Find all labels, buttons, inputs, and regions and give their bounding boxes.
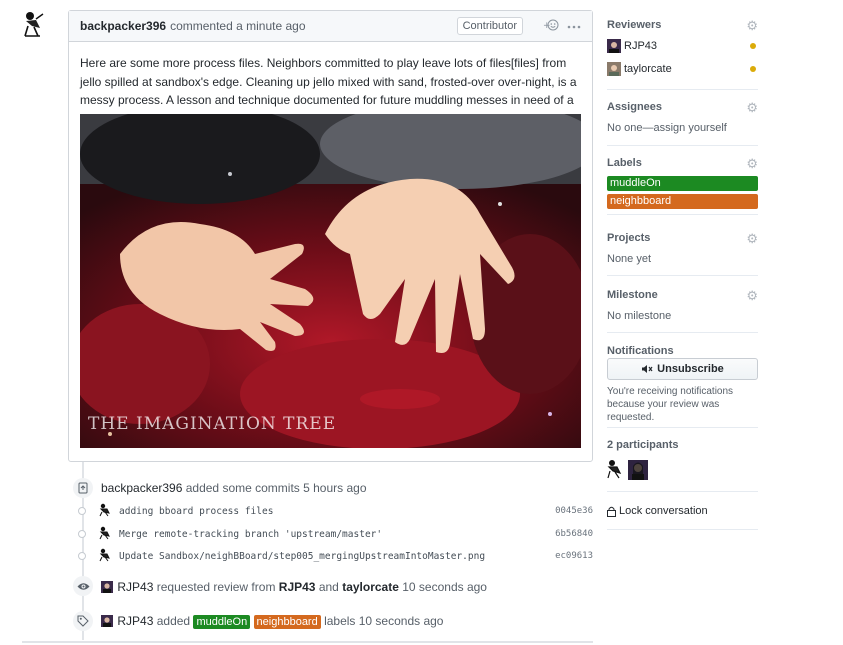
reviewer-name[interactable]: taylorcate xyxy=(624,63,672,75)
mute-icon xyxy=(642,365,653,373)
unsubscribe-button[interactable]: Unsubscribe xyxy=(607,358,758,380)
projects-title: Projects xyxy=(607,232,651,244)
svg-text:+: + xyxy=(543,21,551,31)
lock-icon xyxy=(607,506,616,517)
label-neighbboard[interactable]: neighbboard xyxy=(607,194,758,209)
commit-author-avatar[interactable] xyxy=(99,526,112,540)
gear-icon[interactable]: ⚙ xyxy=(746,18,758,34)
pending-review-icon xyxy=(750,43,756,49)
sidebar-projects: Projects ⚙ None yet xyxy=(607,231,758,276)
commits-author-link[interactable]: backpacker396 xyxy=(101,481,182,495)
repo-push-icon xyxy=(73,478,93,498)
contributor-badge: Contributor xyxy=(456,17,523,35)
milestone-value: No milestone xyxy=(607,310,672,322)
comment-box: backpacker396 commented a minute ago Con… xyxy=(68,10,593,462)
unsubscribe-label: Unsubscribe xyxy=(657,363,724,375)
commit-sha-link[interactable]: 0045e36 xyxy=(533,506,593,516)
sidebar-notifications: Notifications Unsubscribe You're receivi… xyxy=(607,345,758,428)
commit-row: Update Sandbox/neighBBoard/step005_mergi… xyxy=(78,548,593,564)
comment-image: THE IMAGINATION TREE xyxy=(80,114,581,448)
gear-icon[interactable]: ⚙ xyxy=(746,288,758,304)
review-actor-link[interactable]: RJP43 xyxy=(117,580,153,594)
comment-header: backpacker396 commented a minute ago Con… xyxy=(69,11,592,42)
actor-avatar[interactable] xyxy=(101,581,114,594)
actor-avatar[interactable] xyxy=(101,615,114,628)
assign-yourself-link[interactable]: No one—assign yourself xyxy=(607,122,727,134)
commit-message-link[interactable]: Merge remote-tracking branch 'upstream/m… xyxy=(119,529,382,540)
sidebar-labels: Labels ⚙ muddleOn neighbboard xyxy=(607,156,758,215)
gear-icon[interactable]: ⚙ xyxy=(746,231,758,247)
label-event-suffix: labels 10 seconds ago xyxy=(324,614,444,628)
smiley-icon[interactable]: + xyxy=(543,19,559,34)
labels-title: Labels xyxy=(607,157,642,169)
reviewers-title: Reviewers xyxy=(607,19,662,31)
review-request-event: RJP43 requested review from RJP43 and ta… xyxy=(101,580,487,594)
participant-avatar[interactable] xyxy=(607,459,623,479)
label-muddleon[interactable]: muddleOn xyxy=(607,176,758,191)
gear-icon[interactable]: ⚙ xyxy=(746,156,758,172)
comment-author-link[interactable]: backpacker396 xyxy=(80,19,166,33)
commit-author-avatar[interactable] xyxy=(99,503,112,517)
review-event-and: and xyxy=(318,580,339,594)
pending-review-icon xyxy=(750,66,756,72)
reviewer-link[interactable]: taylorcate xyxy=(342,580,399,594)
reviewer-item[interactable]: taylorcate xyxy=(607,61,758,77)
timeline-divider xyxy=(22,641,593,643)
tag-icon xyxy=(73,611,93,631)
eye-icon xyxy=(73,576,93,596)
commit-message-link[interactable]: Update Sandbox/neighBBoard/step005_mergi… xyxy=(119,551,485,562)
commit-row: Merge remote-tracking branch 'upstream/m… xyxy=(78,526,593,542)
comment-timestamp[interactable]: commented a minute ago xyxy=(170,19,305,33)
review-event-text: requested review from xyxy=(156,580,276,594)
sidebar-assignees: Assignees ⚙ No one—assign yourself xyxy=(607,100,758,146)
participants-title: 2 participants xyxy=(607,439,679,451)
reviewer-item[interactable]: RJP43 xyxy=(607,38,758,54)
reviewer-name[interactable]: RJP43 xyxy=(624,40,657,52)
reviewer-avatar xyxy=(607,62,621,76)
label-event-text: added xyxy=(156,614,191,628)
notifications-title: Notifications xyxy=(607,345,674,357)
label-muddleon[interactable]: muddleOn xyxy=(193,614,251,629)
commit-sha-link[interactable]: ec09613 xyxy=(533,551,593,561)
commits-event: backpacker396 added some commits 5 hours… xyxy=(101,481,367,495)
sidebar-milestone: Milestone ⚙ No milestone xyxy=(607,288,758,333)
commit-dot-icon xyxy=(78,507,86,515)
commits-event-text: added some commits 5 hours ago xyxy=(185,481,367,495)
commit-sha-link[interactable]: 6b56840 xyxy=(533,529,593,539)
commit-message-link[interactable]: adding bboard process files xyxy=(119,506,273,517)
image-watermark: THE IMAGINATION TREE xyxy=(88,414,337,434)
milestone-title: Milestone xyxy=(607,289,658,301)
participant-avatar[interactable] xyxy=(628,460,648,480)
review-event-time[interactable]: 10 seconds ago xyxy=(402,580,487,594)
commit-dot-icon xyxy=(78,552,86,560)
commit-dot-icon xyxy=(78,530,86,538)
author-avatar[interactable] xyxy=(22,10,46,40)
projects-value: None yet xyxy=(607,253,652,265)
reviewer-avatar xyxy=(607,39,621,53)
labels-added-event: RJP43 added muddleOn neighbboard labels … xyxy=(101,614,443,629)
sidebar-lock: Lock conversation xyxy=(607,500,758,530)
commit-author-avatar[interactable] xyxy=(99,548,112,562)
label-neighbboard[interactable]: neighbboard xyxy=(253,614,321,629)
notifications-reason: You're receiving notifications because y… xyxy=(607,386,734,423)
label-actor-link[interactable]: RJP43 xyxy=(117,614,153,628)
kebab-horizontal-icon[interactable] xyxy=(567,20,581,32)
assignees-title: Assignees xyxy=(607,101,663,113)
reviewer-link[interactable]: RJP43 xyxy=(279,580,316,594)
lock-conversation-link[interactable]: Lock conversation xyxy=(607,505,708,517)
lock-conversation-label: Lock conversation xyxy=(619,505,708,517)
commit-row: adding bboard process files 0045e36 xyxy=(78,503,593,519)
sidebar-participants: 2 participants xyxy=(607,439,758,492)
sidebar-reviewers: Reviewers ⚙ RJP43 taylorcate xyxy=(607,18,758,90)
gear-icon[interactable]: ⚙ xyxy=(746,100,758,116)
